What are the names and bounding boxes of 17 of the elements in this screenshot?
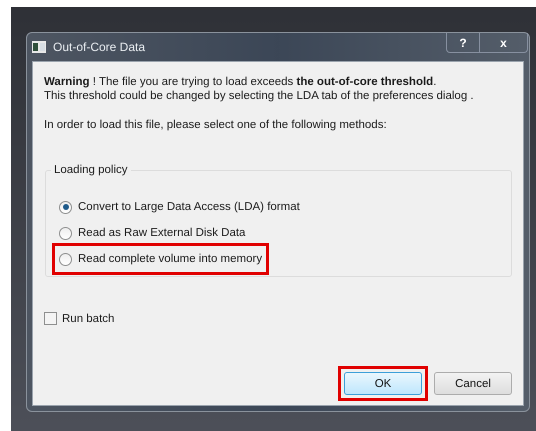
instruction-text: In order to load this file, please select one of the following methods: [44,119,388,131]
close-button[interactable]: x [479,33,527,52]
dialog-button[interactable]: OK [344,372,422,395]
group-title: Loading policy [53,164,129,176]
radio-icon [59,252,72,266]
dialog-button[interactable]: Cancel [434,372,512,395]
warning-text: This threshold could be changed by selecting the LDA tab of the preferences dialog . [44,89,475,103]
window-title: Out-of-Core Data [53,40,146,54]
help-button[interactable]: ? [447,33,479,52]
radio-option[interactable]: Convert to Large Data Access (LDA) format [55,194,304,220]
radio-icon [59,200,72,214]
app-icon [32,41,46,53]
radio-icon [59,226,72,240]
radio-option[interactable]: Read complete volume into memory [55,246,266,272]
radio-option[interactable]: Read as Raw External Disk Data [55,220,250,246]
run-batch-checkbox[interactable]: Run batch [44,312,512,325]
warning-text: Warning ! The file you are trying to load exceeds the out-of-core threshold. [44,75,438,89]
